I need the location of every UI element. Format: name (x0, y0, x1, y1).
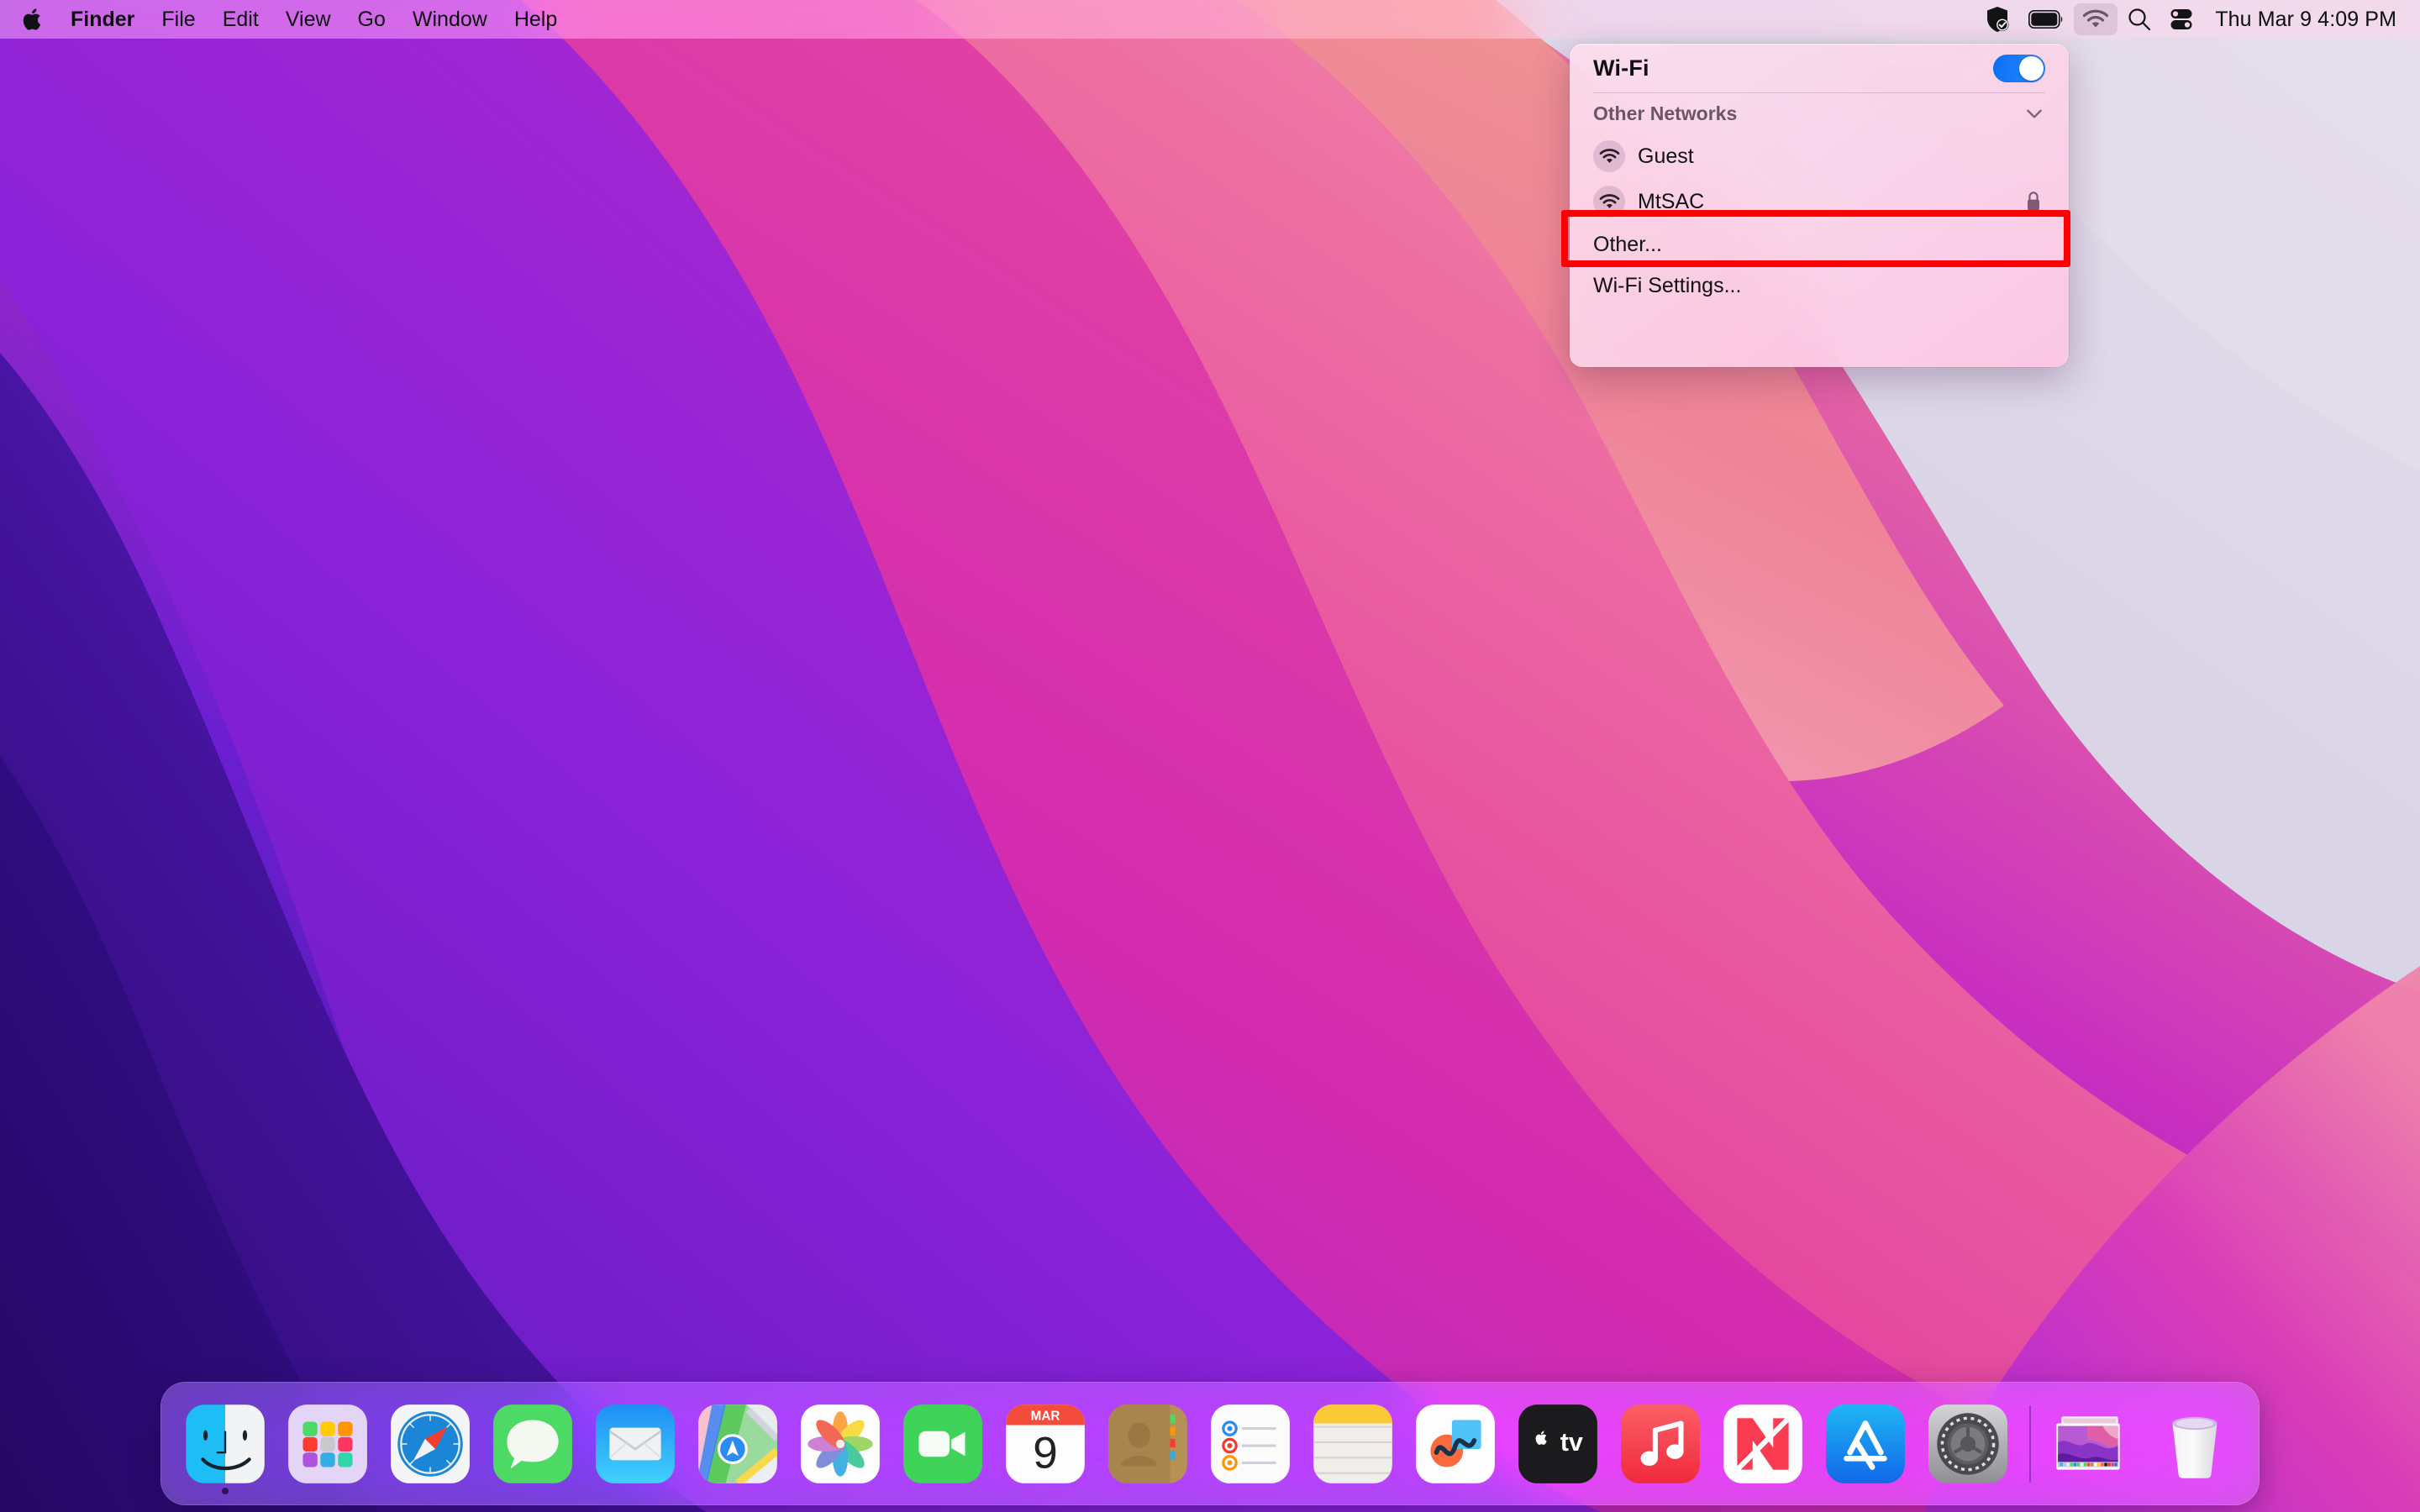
trash-icon (2172, 1416, 2217, 1478)
wifi-toggle-knob (2019, 55, 2044, 81)
calendar-icon: MAR 9 (1006, 1404, 1085, 1483)
dock-item-freeform[interactable] (1404, 1390, 1507, 1498)
running-indicator-dot (222, 1487, 229, 1494)
menu-item-go[interactable]: Go (345, 0, 399, 39)
dock-item-system-settings[interactable] (1917, 1390, 2019, 1498)
wifi-toggle-switch[interactable] (1993, 54, 2045, 82)
battery-icon[interactable] (2020, 3, 2072, 35)
dock-item-facetime[interactable] (892, 1390, 994, 1498)
safari-icon (391, 1404, 470, 1483)
dock-item-news[interactable] (1712, 1390, 1814, 1498)
apple-menu[interactable] (18, 0, 57, 39)
news-icon (1723, 1404, 1802, 1483)
menu-item-window[interactable]: Window (399, 0, 501, 39)
search-icon[interactable] (2119, 3, 2160, 35)
menu-item-view[interactable]: View (272, 0, 345, 39)
appletv-icon: tv (1518, 1404, 1597, 1483)
maps-icon (698, 1404, 777, 1483)
dock-item-appletv[interactable]: tv (1507, 1390, 1609, 1498)
menu-item-finder[interactable]: Finder (57, 0, 148, 39)
dock-item-calendar[interactable]: MAR 9 (994, 1390, 1097, 1498)
dock-item-finder[interactable] (174, 1390, 276, 1498)
contacts-icon (1108, 1404, 1187, 1483)
dock-item-maps[interactable] (687, 1390, 789, 1498)
wifi-signal-icon (1593, 140, 1625, 172)
wifi-icon[interactable] (2074, 3, 2118, 35)
chevron-down-icon[interactable] (2023, 102, 2045, 124)
dock-item-photos[interactable] (789, 1390, 892, 1498)
dock-divider (2029, 1404, 2031, 1483)
control-center-icon[interactable] (2161, 3, 2202, 35)
other-networks-header[interactable]: Other Networks (1586, 93, 2052, 134)
dock-item-trash[interactable] (2144, 1390, 2246, 1498)
dock-item-notes[interactable] (1302, 1390, 1404, 1498)
launchpad-icon (288, 1404, 367, 1483)
dock-item-safari[interactable] (379, 1390, 481, 1498)
menu-bar: Finder File Edit View Go Window Help Thu… (0, 0, 2420, 39)
dock: MAR 9 tv (160, 1382, 2260, 1505)
menu-item-file[interactable]: File (148, 0, 208, 39)
mail-icon (596, 1404, 675, 1483)
calendar-day-label: 9 (1033, 1428, 1058, 1478)
appstore-icon (1826, 1404, 1905, 1483)
wifi-panel-title: Wi-Fi (1593, 55, 1649, 81)
menu-item-help[interactable]: Help (501, 0, 571, 39)
other-networks-option[interactable]: Other... (1586, 224, 2052, 265)
notes-icon (1313, 1404, 1392, 1483)
menu-item-edit[interactable]: Edit (209, 0, 272, 39)
dock-item-appstore[interactable] (1814, 1390, 1917, 1498)
network-name: Guest (1638, 144, 1694, 168)
dock-item-contacts[interactable] (1097, 1390, 1199, 1498)
calendar-month-label: MAR (1031, 1409, 1060, 1423)
messages-icon (493, 1404, 572, 1483)
facetime-icon (903, 1404, 982, 1483)
menu-bar-status-items: Thu Mar 9 4:09 PM (1976, 0, 2420, 39)
dock-item-reminders[interactable] (1199, 1390, 1302, 1498)
wifi-signal-icon (1593, 186, 1625, 218)
other-networks-label: Other Networks (1593, 102, 1738, 124)
system-settings-icon (1928, 1404, 2007, 1483)
svg-text:tv: tv (1560, 1428, 1583, 1457)
menu-bar-app-menus: Finder File Edit View Go Window Help (0, 0, 571, 39)
desktop: Finder File Edit View Go Window Help Thu… (0, 0, 2420, 1512)
wifi-panel-header: Wi-Fi (1586, 44, 2052, 92)
shield-check-icon[interactable] (1976, 3, 2018, 35)
network-row-guest[interactable]: Guest (1586, 134, 2052, 179)
apple-logo-icon (23, 8, 41, 30)
dock-item-music[interactable] (1609, 1390, 1712, 1498)
menu-bar-clock[interactable]: Thu Mar 9 4:09 PM (2203, 8, 2402, 32)
dock-item-mail[interactable] (584, 1390, 687, 1498)
wifi-settings-option[interactable]: Wi-Fi Settings... (1586, 265, 2052, 306)
photos-icon (801, 1404, 880, 1483)
finder-icon (185, 1404, 266, 1483)
lock-icon (2028, 192, 2039, 211)
music-icon (1621, 1404, 1700, 1483)
freeform-icon (1416, 1404, 1495, 1483)
wifi-menu-panel: Wi-Fi Other Networks Guest MtSAC Other..… (1570, 44, 2069, 367)
dock-minimized-window[interactable] (2041, 1390, 2144, 1498)
dock-item-messages[interactable] (481, 1390, 584, 1498)
network-name: MtSAC (1638, 189, 1705, 213)
reminders-icon (1211, 1404, 1290, 1483)
window-thumbnail-icon (2056, 1415, 2120, 1470)
network-row-mtsac[interactable]: MtSAC (1586, 179, 2052, 224)
dock-item-launchpad[interactable] (276, 1390, 379, 1498)
